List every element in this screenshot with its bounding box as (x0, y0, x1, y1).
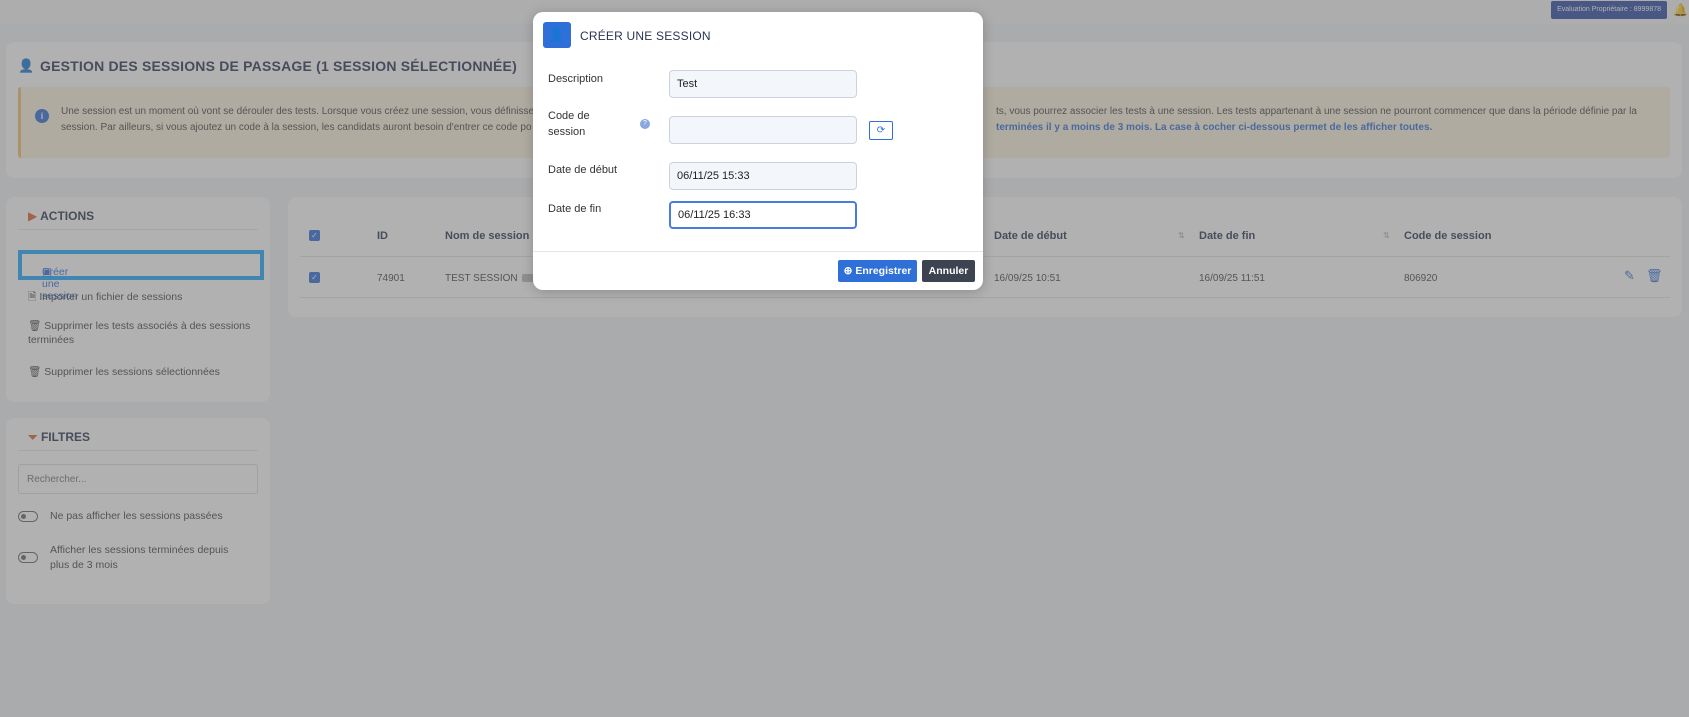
cancel-button[interactable]: Annuler (922, 260, 975, 282)
help-icon[interactable]: ? (640, 119, 650, 129)
session-code-input[interactable] (669, 116, 857, 144)
create-session-modal: 👤 CRÉER UNE SESSION Description Code de … (533, 12, 983, 290)
start-date-label: Date de début (548, 164, 618, 176)
refresh-icon: ⟳ (876, 125, 886, 136)
divider (533, 251, 983, 252)
modal-title: CRÉER UNE SESSION (580, 29, 711, 43)
code-label: session (548, 126, 586, 138)
refresh-code-button[interactable]: ⟳ (869, 121, 893, 140)
description-input[interactable] (669, 70, 857, 98)
end-date-input[interactable] (669, 201, 857, 229)
start-date-input[interactable] (669, 162, 857, 190)
end-date-label: Date de fin (548, 203, 602, 215)
user-clock-icon: 👤 (543, 22, 571, 48)
code-label: Code de (548, 110, 590, 122)
plus-icon: ⊕ (843, 265, 853, 277)
save-button[interactable]: ⊕ Enregistrer (838, 260, 917, 282)
description-label: Description (548, 73, 604, 85)
